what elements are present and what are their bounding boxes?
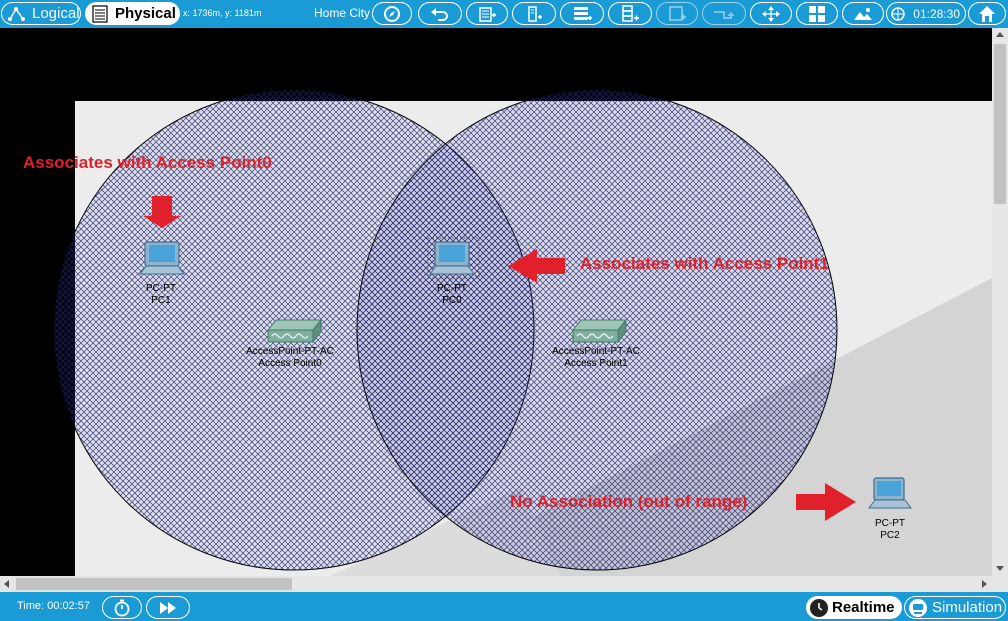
move-icon: [762, 5, 780, 22]
new-container-button[interactable]: [656, 2, 698, 25]
pc0-name: PC0: [442, 295, 462, 306]
elapsed-time: Time: 00:02:57: [17, 600, 90, 612]
annotation-no-association: No Association (out of range): [510, 492, 748, 511]
pc2-name: PC2: [880, 530, 900, 541]
new-rack-icon: [574, 6, 592, 20]
new-cabinet-icon: [622, 4, 639, 22]
pc2-type: PC-PT: [875, 518, 905, 529]
navigation-icon: [384, 5, 400, 22]
fast-forward-button[interactable]: [146, 596, 190, 619]
horizontal-scrollbar[interactable]: [0, 576, 992, 592]
stopwatch-icon: [114, 599, 130, 616]
scrollbar-corner: [992, 576, 1008, 592]
physical-workspace[interactable]: PC-PT PC1 PC-PT PC0 AccessPoint-PT-AC Ac…: [0, 28, 992, 576]
vertical-scrollbar[interactable]: [992, 28, 1008, 576]
move-object-button[interactable]: [750, 2, 792, 25]
access-point0-label: AccessPoint-PT-AC Access Point0: [225, 346, 355, 370]
access-point0-device[interactable]: [266, 318, 323, 344]
physical-tab-label: Physical: [115, 5, 176, 22]
pc2-label: PC-PT PC2: [859, 518, 921, 542]
simulation-label: Simulation: [932, 599, 1003, 616]
grid-icon: [809, 5, 825, 22]
reset-time-button[interactable]: [102, 596, 142, 619]
background-icon: [854, 7, 872, 20]
clock-globe-icon: [891, 7, 905, 21]
logical-tab[interactable]: Logical: [1, 2, 81, 25]
set-background-button[interactable]: [842, 2, 884, 25]
access-point1-name: Access Point1: [564, 358, 628, 369]
new-rack-button[interactable]: [560, 2, 604, 25]
horizontal-scrollbar-graphics: [4, 578, 987, 590]
annotation-ap0: Associates with Access Point0: [23, 153, 272, 172]
logical-network-icon: [8, 6, 25, 21]
access-point0-type: AccessPoint-PT-AC: [246, 346, 334, 357]
new-cable-icon: [714, 10, 734, 19]
access-point0-name: Access Point0: [258, 358, 322, 369]
realtime-clock-icon: [810, 598, 828, 617]
realtime-label: Realtime: [832, 599, 895, 616]
clock-time: 01:28:30: [913, 6, 960, 21]
new-container-icon: [669, 5, 686, 21]
new-building-button[interactable]: [466, 2, 508, 25]
new-cable-button[interactable]: [702, 2, 746, 25]
access-point1-label: AccessPoint-PT-AC Access Point1: [531, 346, 661, 370]
simulation-mode-button[interactable]: Simulation: [904, 596, 1006, 619]
annotation-ap1: Associates with Access Point1: [580, 254, 829, 273]
new-building-icon: [479, 6, 496, 22]
logical-tab-label: Logical: [32, 5, 80, 22]
clock-display: 01:28:30: [886, 2, 966, 25]
physical-tab[interactable]: Physical: [85, 2, 180, 25]
pc1-device[interactable]: [139, 241, 185, 275]
top-toolbar: Logical Physical x: 1736m, y: 1181m Home…: [0, 0, 1008, 28]
pc1-label: PC-PT PC1: [130, 283, 192, 307]
access-point1-device[interactable]: [571, 318, 628, 344]
access-point1-type: AccessPoint-PT-AC: [552, 346, 640, 357]
fast-forward-icon: [160, 601, 176, 614]
back-button[interactable]: [418, 2, 462, 25]
cursor-coordinates: x: 1736m, y: 1181m: [183, 8, 262, 18]
pc0-label: PC-PT PC0: [421, 283, 483, 307]
pc1-name: PC1: [151, 295, 171, 306]
simulation-icon: [909, 598, 927, 617]
current-location: Home City: [314, 6, 371, 20]
pc1-type: PC-PT: [146, 283, 176, 294]
realtime-mode-button[interactable]: Realtime: [806, 596, 902, 619]
navigation-button[interactable]: [372, 2, 412, 25]
home-icon: [979, 5, 995, 22]
new-cabinet-button[interactable]: [608, 2, 652, 25]
physical-view-icon: [92, 4, 108, 23]
grid-button[interactable]: [796, 2, 838, 25]
vertical-scrollbar-graphics: [994, 32, 1006, 571]
bottom-status-bar: Time: 00:02:57 Realtime Simulation: [0, 592, 1008, 621]
undo-icon: [431, 7, 448, 21]
pc0-type: PC-PT: [437, 283, 467, 294]
new-closet-button[interactable]: [512, 2, 556, 25]
new-closet-icon: [528, 5, 542, 22]
home-button[interactable]: [968, 2, 1006, 25]
